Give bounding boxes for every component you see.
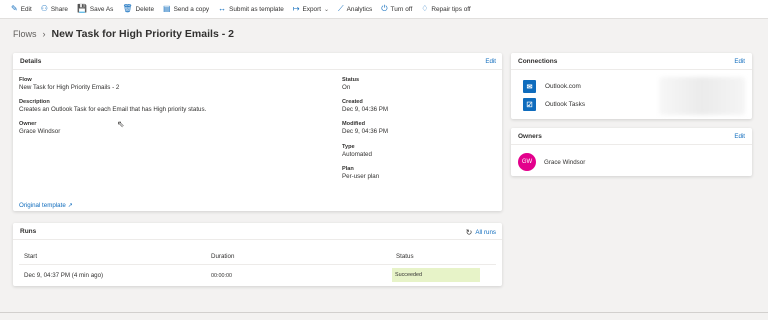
edit-button[interactable]: ✎ Edit (11, 5, 32, 13)
refresh-icon[interactable]: ↻ (466, 228, 473, 237)
modified-value: Dec 9, 04:36 PM (342, 128, 389, 135)
owner-item: GW Grace Windsor (518, 153, 585, 171)
save-icon: 💾 (76, 4, 87, 13)
details-heading: Details (20, 58, 42, 65)
share-icon: ⚇ (40, 4, 48, 13)
status-badge: Succeeded (392, 268, 480, 282)
details-edit-link[interactable]: Edit (485, 58, 496, 65)
trash-icon: 🗑 (122, 4, 133, 13)
share-button[interactable]: ⚇ Share (41, 5, 68, 13)
run-start: Dec 9, 04:37 PM (4 min ago) (24, 272, 104, 279)
owner-value: Grace Windsor (19, 128, 61, 135)
description-value: Creates an Outlook Task for each Email t… (19, 106, 207, 113)
connection-outlook-tasks[interactable]: ☑ Outlook Tasks (523, 98, 585, 111)
connection-name: Outlook.com (545, 83, 581, 90)
created-field: Created Dec 9, 04:36 PM (342, 99, 388, 114)
divider (13, 239, 502, 240)
modified-field: Modified Dec 9, 04:36 PM (342, 121, 388, 136)
connections-card: Connections Edit ✉ Outlook.com ☑ Outlook… (511, 53, 752, 119)
flow-field: Flow New Task for High Priority Emails -… (19, 77, 119, 92)
description-field: Description Creates an Outlook Task for … (19, 99, 206, 114)
connection-name: Outlook Tasks (545, 101, 586, 108)
run-duration: 00:00:00 (211, 273, 232, 279)
analytics-button[interactable]: ⟋ Analytics (338, 5, 372, 13)
divider (511, 69, 752, 70)
export-icon: ↦ (292, 4, 300, 13)
type-field: Type Automated (342, 144, 372, 159)
tasks-icon: ☑ (523, 98, 536, 111)
status-field: Status On (342, 77, 359, 92)
type-label: Type (342, 144, 355, 150)
connection-outlook[interactable]: ✉ Outlook.com (523, 80, 581, 93)
turn-off-button[interactable]: ⏻ Turn off (381, 5, 412, 13)
breadcrumb-separator-icon: › (42, 29, 46, 39)
mouse-cursor-icon: ⇖ (117, 119, 125, 129)
description-label: Description (19, 99, 50, 105)
plan-value: Per-user plan (342, 173, 380, 180)
status-value: On (342, 84, 351, 91)
owner-name: Grace Windsor (544, 158, 586, 166)
submit-icon: ↔ (218, 4, 227, 13)
power-icon: ⏻ (381, 4, 388, 13)
runs-card: Runs ↻ All runs Start Duration Status De… (13, 223, 502, 286)
runs-heading: Runs (20, 228, 37, 235)
chevron-down-icon: ⌄ (324, 6, 330, 13)
modified-label: Modified (342, 121, 365, 127)
runs-table: Start Duration Status Dec 9, 04:37 PM (4… (19, 249, 496, 284)
divider (0, 312, 768, 313)
breadcrumb-flows-link[interactable]: Flows (13, 29, 37, 39)
created-label: Created (342, 99, 363, 105)
divider (13, 69, 502, 70)
send-copy-button[interactable]: ▤ Send a copy (163, 5, 209, 13)
redacted-region (659, 77, 745, 115)
breadcrumb: Flows › New Task for High Priority Email… (13, 28, 234, 40)
avatar: GW (518, 153, 536, 171)
bell-icon: ♢ (421, 4, 429, 13)
command-bar: ✎ Edit ⚇ Share 💾 Save As 🗑 Delete ▤ Send a co… (0, 0, 768, 19)
table-header: Start Duration Status (19, 249, 496, 265)
flow-value: New Task for High Priority Emails - 2 (19, 84, 120, 91)
owners-edit-link[interactable]: Edit (734, 133, 745, 140)
outlook-icon: ✉ (523, 80, 536, 93)
analytics-icon: ⟋ (338, 4, 344, 13)
connections-heading: Connections (518, 58, 558, 65)
plan-field: Plan Per-user plan (342, 166, 379, 181)
owners-heading: Owners (518, 133, 542, 140)
column-header-duration: Duration (211, 253, 235, 260)
plan-label: Plan (342, 166, 354, 172)
save-as-button[interactable]: 💾 Save As (77, 5, 113, 13)
all-runs-link[interactable]: ↻ All runs (466, 228, 496, 237)
connections-edit-link[interactable]: Edit (734, 58, 745, 65)
created-value: Dec 9, 04:36 PM (342, 106, 389, 113)
status-label: Status (342, 77, 360, 83)
repair-tips-button[interactable]: ♢ Repair tips off (421, 5, 470, 13)
divider (511, 144, 752, 145)
delete-button[interactable]: 🗑 Delete (122, 5, 154, 13)
page-title: New Task for High Priority Emails - 2 (51, 28, 234, 40)
flow-label: Flow (19, 77, 32, 83)
column-header-status: Status (396, 253, 414, 260)
export-button[interactable]: ↦ Export ⌄ (293, 5, 329, 13)
external-link-icon: ↗ (67, 203, 73, 209)
table-row[interactable]: Dec 9, 04:37 PM (4 min ago) 00:00:00 Suc… (19, 268, 496, 284)
owner-label: Owner (19, 121, 37, 127)
details-card: Details Edit Flow New Task for High Prio… (13, 53, 502, 211)
column-header-start: Start (24, 253, 38, 260)
send-copy-icon: ▤ (163, 4, 171, 13)
submit-template-button[interactable]: ↔ Submit as template (218, 5, 284, 13)
owner-field: Owner Grace Windsor (19, 121, 60, 136)
type-value: Automated (342, 151, 372, 158)
owners-card: Owners Edit GW Grace Windsor (511, 128, 752, 176)
original-template-link[interactable]: Original template ↗ (19, 202, 73, 209)
pencil-icon: ✎ (11, 4, 18, 13)
